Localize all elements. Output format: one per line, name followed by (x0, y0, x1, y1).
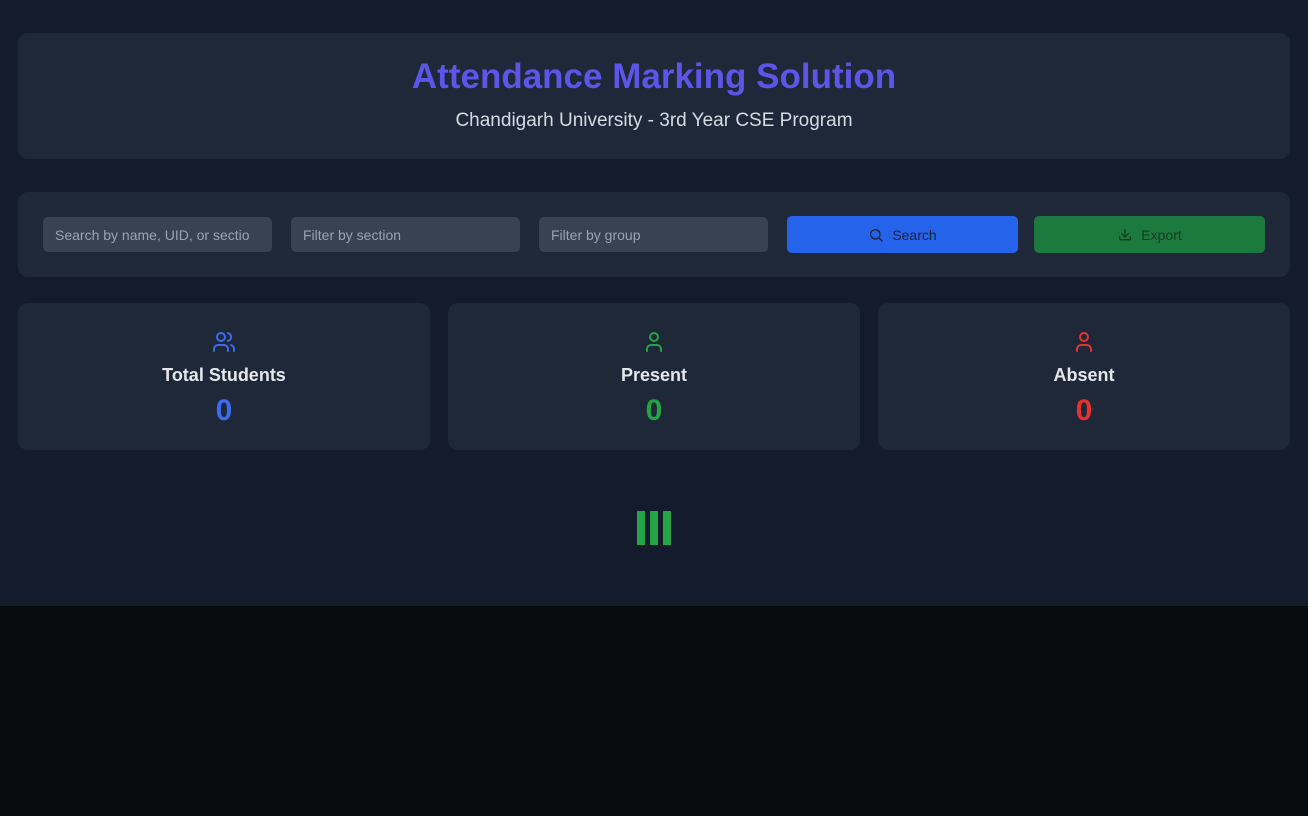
filter-bar: Search Export (18, 192, 1290, 277)
stat-card-absent: Absent 0 (878, 303, 1290, 450)
user-icon (1076, 332, 1092, 352)
loading-spinner (637, 511, 671, 545)
stat-label: Present (620, 365, 688, 385)
stat-value: 0 (645, 394, 663, 427)
search-input[interactable] (43, 217, 272, 252)
loader-bar (663, 511, 671, 545)
users-icon (213, 332, 236, 352)
user-icon (646, 332, 662, 352)
page-subtitle: Chandigarh University - 3rd Year CSE Pro… (455, 110, 853, 131)
export-button-label: Export (1141, 226, 1182, 243)
section-filter-input[interactable] (291, 217, 520, 252)
loader-bar (650, 511, 658, 545)
search-button-label: Search (892, 226, 937, 243)
header-card: Attendance Marking Solution Chandigarh U… (18, 33, 1290, 159)
export-button[interactable]: Export (1034, 216, 1265, 253)
stat-value: 0 (1075, 394, 1093, 427)
download-icon (1119, 228, 1132, 240)
stat-value: 0 (215, 394, 233, 427)
loader-bar (637, 511, 645, 545)
app-root: Attendance Marking Solution Chandigarh U… (0, 0, 1308, 606)
stat-label: Total Students (162, 365, 286, 385)
stat-label: Absent (1053, 365, 1115, 385)
group-filter-input[interactable] (539, 217, 768, 252)
search-button[interactable]: Search (787, 216, 1018, 253)
page-title: Attendance Marking Solution (411, 57, 897, 96)
stat-card-total-students: Total Students 0 (18, 303, 430, 450)
stat-card-present: Present 0 (448, 303, 860, 450)
search-icon (870, 228, 883, 242)
